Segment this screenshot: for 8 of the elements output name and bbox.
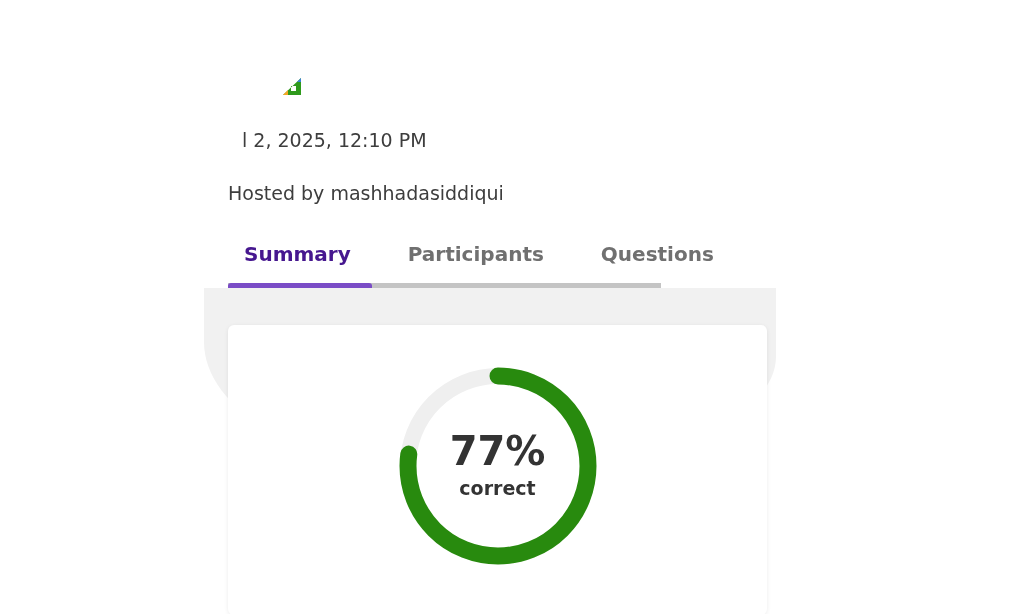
logo-icon bbox=[283, 78, 301, 95]
session-date: l 2, 2025, 12:10 PM bbox=[242, 128, 427, 152]
accuracy-value: 77% bbox=[449, 428, 546, 474]
tab[interactable]: Questions bbox=[584, 239, 730, 269]
accuracy-label: correct bbox=[459, 476, 536, 500]
host-label: Hosted by mashhadasiddiqui bbox=[228, 181, 504, 205]
tab[interactable]: Participants bbox=[391, 239, 560, 269]
tab[interactable]: Summary bbox=[228, 239, 367, 269]
